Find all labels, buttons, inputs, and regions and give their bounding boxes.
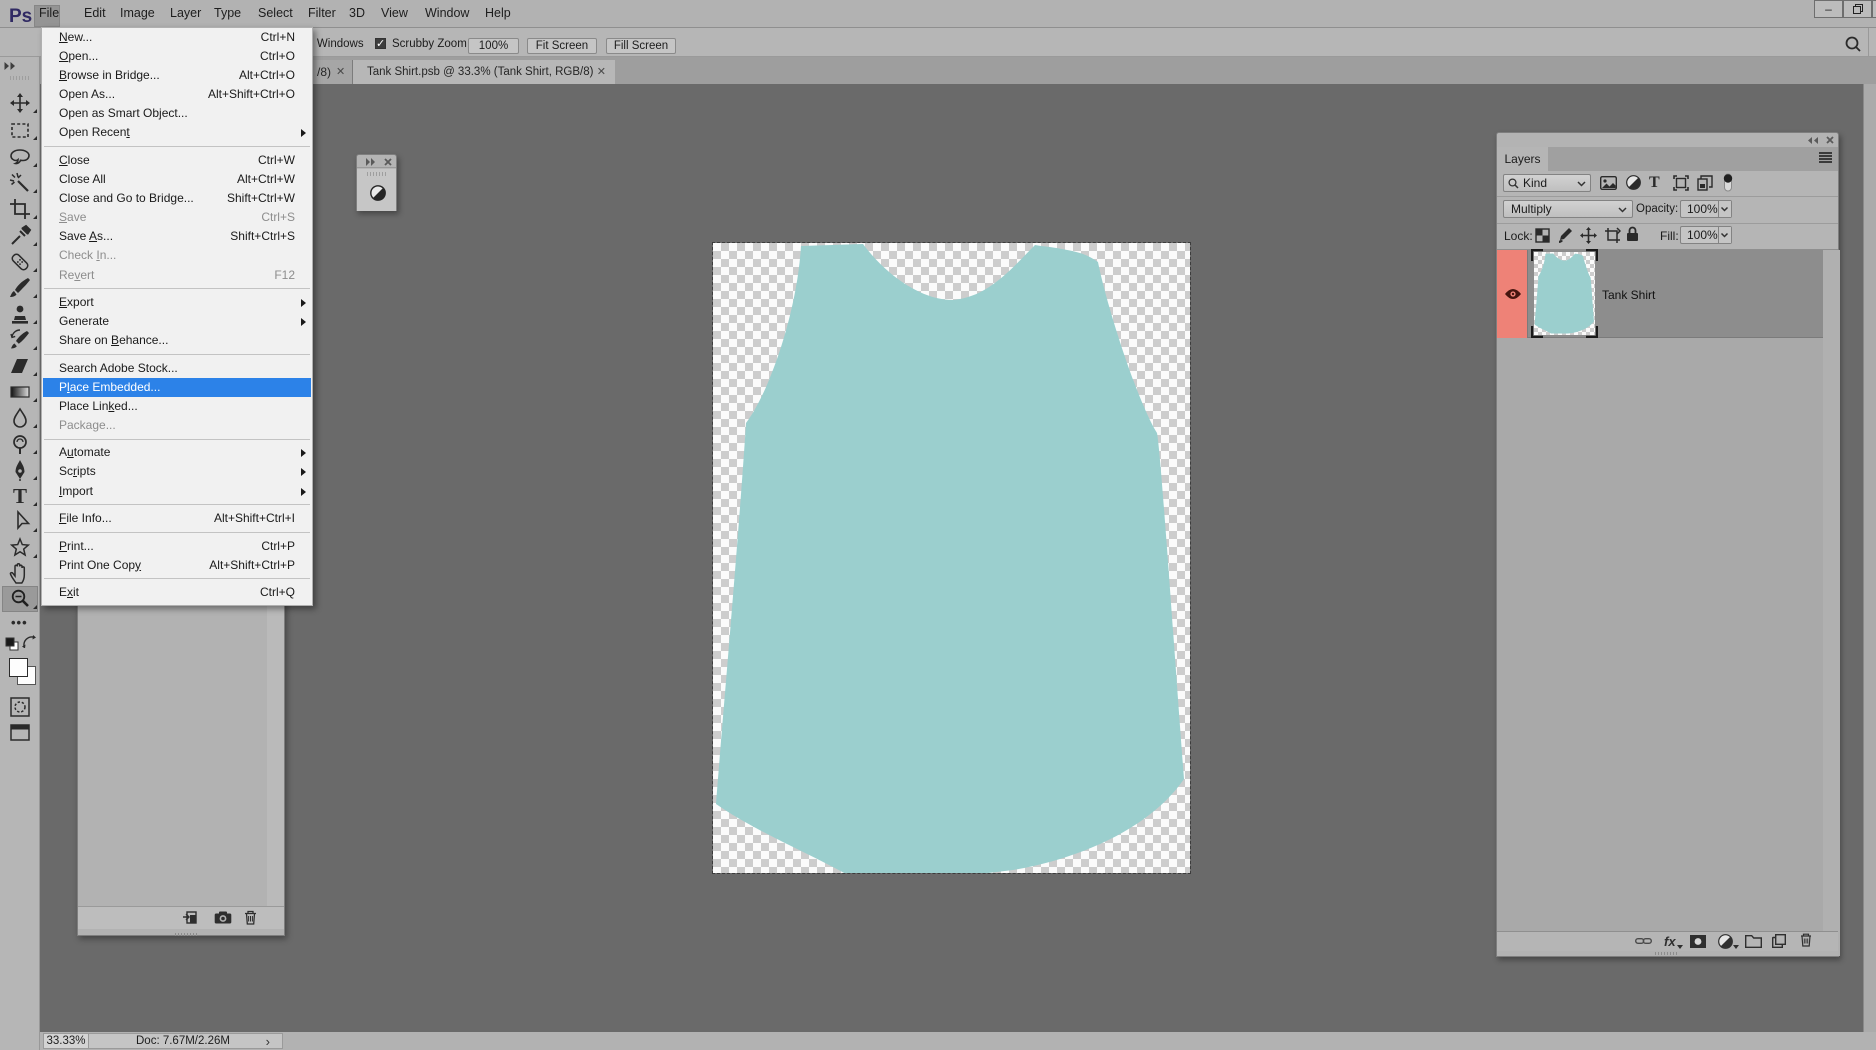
svg-text:T: T [13,484,27,508]
